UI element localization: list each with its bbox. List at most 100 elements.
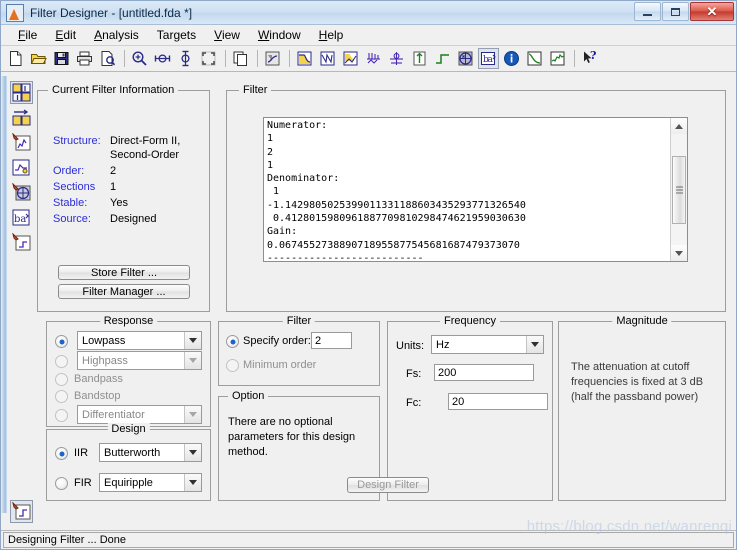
minimize-button[interactable] bbox=[634, 2, 661, 21]
scroll-up-icon[interactable] bbox=[671, 118, 687, 134]
store-filter-button[interactable]: Store Filter ... bbox=[58, 265, 190, 280]
units-select[interactable]: Hz bbox=[431, 335, 544, 354]
full-view-icon[interactable] bbox=[198, 48, 219, 69]
menu-bar: File Edit Analysis Targets View Window H… bbox=[1, 25, 736, 46]
menu-targets[interactable]: Targets bbox=[148, 26, 205, 44]
source-value: Designed bbox=[110, 213, 157, 225]
whats-this-help-icon[interactable]: ? bbox=[579, 48, 600, 69]
window-controls: ✕ bbox=[634, 2, 734, 21]
magnitude-and-phase-icon[interactable] bbox=[340, 48, 361, 69]
scrollbar-thumb[interactable] bbox=[672, 156, 686, 224]
menu-analysis[interactable]: Analysis bbox=[85, 26, 148, 44]
fc-input[interactable]: 20 bbox=[448, 393, 548, 410]
label-bandstop: Bandstop bbox=[74, 390, 121, 402]
structure-key: Structure: bbox=[53, 135, 101, 147]
zoom-in-icon[interactable] bbox=[129, 48, 150, 69]
magnitude-response-icon[interactable] bbox=[294, 48, 315, 69]
label-minimum-order: Minimum order bbox=[243, 359, 317, 371]
chevron-down-icon[interactable] bbox=[184, 406, 201, 423]
label-specify-order: Specify order: bbox=[243, 335, 311, 347]
maximize-button[interactable] bbox=[662, 2, 689, 21]
chevron-down-icon[interactable] bbox=[184, 444, 201, 461]
filter-manager-button[interactable]: Filter Manager ... bbox=[58, 284, 190, 299]
copy-figure-icon[interactable] bbox=[230, 48, 251, 69]
radio-minimum-order[interactable] bbox=[226, 359, 239, 372]
filter-order-legend: Filter bbox=[282, 315, 316, 327]
menu-file[interactable]: File bbox=[9, 26, 46, 44]
response-legend: Response bbox=[99, 315, 158, 327]
response-type-differentiator-select[interactable]: Differentiator bbox=[77, 405, 202, 424]
work-area: ba Current Filter Information Structure:… bbox=[1, 76, 736, 523]
order-input[interactable]: 2 bbox=[311, 332, 352, 349]
sections-value: 1 bbox=[110, 181, 117, 193]
frequency-panel: Frequency Units: Hz Fs: 200 Fc: 20 bbox=[387, 315, 553, 501]
group-delay-icon[interactable] bbox=[363, 48, 384, 69]
radio-iir[interactable] bbox=[55, 447, 68, 460]
radio-lowpass[interactable] bbox=[55, 335, 68, 348]
phase-response-icon[interactable] bbox=[317, 48, 338, 69]
pole-zero-plot-icon[interactable] bbox=[455, 48, 476, 69]
coefficients-scrollbar[interactable] bbox=[670, 118, 687, 261]
impulse-response-icon[interactable] bbox=[409, 48, 430, 69]
scrollbar-grip-icon bbox=[676, 186, 683, 194]
status-message: Designing Filter ... Done bbox=[3, 532, 734, 548]
filter-design-view-icon[interactable] bbox=[262, 48, 283, 69]
order-key: Order: bbox=[53, 165, 85, 177]
save-session-icon[interactable] bbox=[51, 48, 72, 69]
menu-help[interactable]: Help bbox=[310, 26, 353, 44]
zoom-x-icon[interactable] bbox=[152, 48, 173, 69]
label-iir: IIR bbox=[74, 447, 89, 459]
chevron-down-icon[interactable] bbox=[184, 352, 201, 369]
radio-bandpass[interactable] bbox=[55, 373, 68, 386]
transform-filter-side-icon[interactable] bbox=[10, 181, 33, 204]
filter-coefficients-icon[interactable]: ba bbox=[478, 48, 499, 69]
filter-designer-window: Filter Designer - [untitled.fda *] ✕ Fil… bbox=[0, 0, 737, 550]
side-toolbar: ba bbox=[1, 76, 37, 523]
chevron-down-icon[interactable] bbox=[184, 332, 201, 349]
response-type-lowpass-select[interactable]: Lowpass bbox=[77, 331, 202, 350]
create-multirate-filter-side-icon[interactable]: ba bbox=[10, 206, 33, 229]
radio-bandstop[interactable] bbox=[55, 390, 68, 403]
round-off-noise-power-icon[interactable] bbox=[547, 48, 568, 69]
set-quantization-parameters-side-icon[interactable] bbox=[10, 156, 33, 179]
menu-view[interactable]: View bbox=[205, 26, 249, 44]
menu-edit[interactable]: Edit bbox=[46, 26, 85, 44]
iir-method-select[interactable]: Butterworth bbox=[99, 443, 202, 462]
toolbar-separator bbox=[289, 50, 290, 67]
magnitude-legend: Magnitude bbox=[612, 315, 672, 327]
import-filter-side-icon[interactable] bbox=[10, 106, 33, 129]
design-filter-side-icon[interactable] bbox=[10, 81, 33, 104]
response-type-highpass-select[interactable]: Highpass bbox=[77, 351, 202, 370]
step-response-icon[interactable] bbox=[432, 48, 453, 69]
order-value: 2 bbox=[110, 165, 117, 177]
coefficients-textarea[interactable]: Numerator: 1 2 1 Denominator: 1 -1.14298… bbox=[263, 117, 688, 262]
radio-specify-order[interactable] bbox=[226, 335, 239, 348]
fc-label: Fc: bbox=[406, 397, 422, 409]
close-button[interactable]: ✕ bbox=[690, 2, 734, 21]
design-filter-bar: Design Filter bbox=[37, 477, 736, 495]
realize-model-side-icon[interactable] bbox=[10, 231, 33, 254]
zoom-y-icon[interactable] bbox=[175, 48, 196, 69]
open-session-icon[interactable] bbox=[28, 48, 49, 69]
matlab-peaks-icon bbox=[6, 3, 24, 22]
print-preview-icon[interactable] bbox=[97, 48, 118, 69]
coefficients-text: Numerator: 1 2 1 Denominator: 1 -1.14298… bbox=[267, 120, 526, 262]
filter-information-icon[interactable] bbox=[501, 48, 522, 69]
radio-highpass[interactable] bbox=[55, 355, 68, 368]
new-filter-icon[interactable] bbox=[5, 48, 26, 69]
structure-value: Direct-Form II, bbox=[110, 135, 181, 147]
realize-model-bottom-icon[interactable] bbox=[10, 500, 33, 523]
chevron-down-icon[interactable] bbox=[526, 336, 543, 353]
phase-delay-icon[interactable] bbox=[386, 48, 407, 69]
pole-zero-editor-side-icon[interactable] bbox=[10, 131, 33, 154]
fs-input[interactable]: 200 bbox=[434, 364, 534, 381]
filter-coefficients-legend: Filter bbox=[239, 84, 272, 96]
design-filter-button[interactable]: Design Filter bbox=[347, 477, 429, 493]
radio-differentiator[interactable] bbox=[55, 409, 68, 422]
option-legend: Option bbox=[228, 390, 269, 402]
menu-window[interactable]: Window bbox=[249, 26, 310, 44]
magnitude-response-estimate-icon[interactable] bbox=[524, 48, 545, 69]
print-icon[interactable] bbox=[74, 48, 95, 69]
window-title: Filter Designer - [untitled.fda *] bbox=[30, 5, 193, 20]
scroll-down-icon[interactable] bbox=[671, 245, 687, 261]
